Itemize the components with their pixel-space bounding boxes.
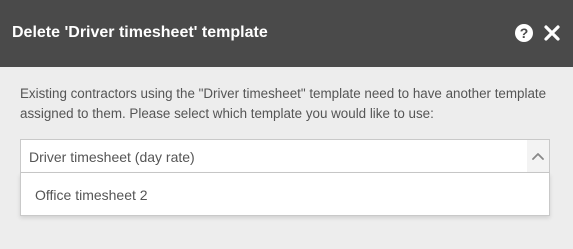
close-icon[interactable] [542,22,562,44]
template-select-value: Driver timesheet (day rate) [29,149,195,165]
template-select[interactable]: Driver timesheet (day rate) [20,139,550,173]
dialog-message: Existing contractors using the "Driver t… [20,86,547,121]
template-options-list: Office timesheet 2 [20,173,550,216]
chevron-up-icon[interactable] [527,140,549,172]
dialog-header: Delete 'Driver timesheet' template ? [0,0,573,67]
dialog-title: Delete 'Driver timesheet' template [12,24,268,41]
template-option-office-timesheet-2[interactable]: Office timesheet 2 [35,186,148,204]
delete-template-dialog: Delete 'Driver timesheet' template ? Exi… [0,0,573,249]
help-icon[interactable]: ? [515,24,533,42]
